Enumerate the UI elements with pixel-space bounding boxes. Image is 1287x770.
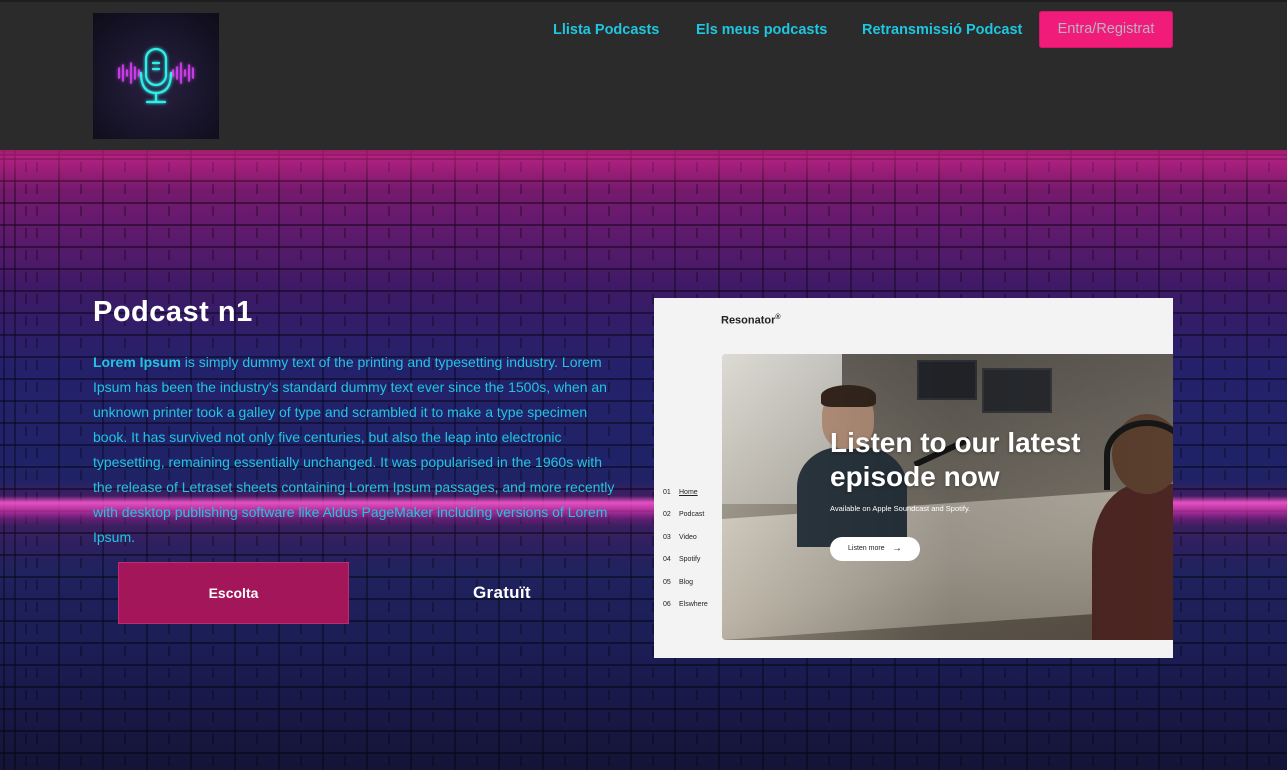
description-text: is simply dummy text of the printing and… xyxy=(93,354,615,545)
preview-menu-num: 06 xyxy=(663,600,671,608)
price-label: Gratuït xyxy=(473,583,531,602)
preview-cta-label: Listen more xyxy=(848,545,885,552)
site-logo[interactable] xyxy=(93,13,219,139)
podcast-description: Lorem Ipsum is simply dummy text of the … xyxy=(93,350,618,550)
preview-menu-label: Video xyxy=(679,533,697,541)
nav-els-meus-podcasts[interactable]: Els meus podcasts xyxy=(696,12,827,48)
description-bold: Lorem Ipsum xyxy=(93,354,181,370)
preview-menu-label: Spotify xyxy=(679,556,701,564)
arrow-right-icon: → xyxy=(892,543,902,554)
preview-brand: Resonator® xyxy=(721,314,781,327)
preview-menu-num: 02 xyxy=(663,511,671,519)
preview-subline: Available on Apple Soundcast and Spotify… xyxy=(830,504,971,513)
microphone-neon-icon xyxy=(118,47,194,104)
listen-button[interactable]: Escolta xyxy=(118,562,349,624)
preview-menu-item: 02 Podcast xyxy=(663,510,708,532)
preview-menu-item: 06 Elswhere xyxy=(663,600,708,622)
hero-section: Podcast n1 Lorem Ipsum is simply dummy t… xyxy=(0,150,1287,770)
preview-menu-num: 01 xyxy=(663,489,671,496)
nav-llista-podcasts[interactable]: Llista Podcasts xyxy=(553,12,659,48)
podcast-title: Podcast n1 xyxy=(93,296,253,328)
preview-menu-num: 05 xyxy=(663,578,671,586)
preview-menu-num: 03 xyxy=(663,533,671,541)
preview-listen-more-button: Listen more → xyxy=(830,537,920,561)
preview-menu-item: 04 Spotify xyxy=(663,555,708,577)
preview-menu-label: Elswhere xyxy=(679,600,708,608)
preview-menu-label: Blog xyxy=(679,578,694,586)
login-register-button[interactable]: Entra/Registrat xyxy=(1039,11,1173,48)
preview-menu-num: 04 xyxy=(663,556,671,564)
preview-headline: Listen to our latest episode now xyxy=(830,427,1081,492)
photo-shade xyxy=(722,354,1173,640)
preview-side-menu: 01 Home 02 Podcast 03 Video 04 Spotify 05 Blo… xyxy=(663,488,708,622)
podcast-studio-photo: Listen to our latest episode now Availab… xyxy=(722,354,1173,640)
preview-menu-item: 03 Video xyxy=(663,533,708,555)
preview-brand-name: Resonator xyxy=(721,314,776,327)
preview-menu-item: 01 Home xyxy=(663,488,708,510)
podcast-preview-image: Resonator® 01 Home 02 Podcast 03 Video 04 Sp… xyxy=(654,298,1173,658)
preview-menu-item: 05 Blog xyxy=(663,578,708,600)
preview-menu-label: Podcast xyxy=(679,511,705,519)
preview-menu-label: Home xyxy=(679,489,698,496)
neon-glow-top xyxy=(0,150,1287,190)
nav-retransmissio-podcast[interactable]: Retransmissió Podcast xyxy=(862,12,1022,48)
site-header: Llista Podcasts Els meus podcasts Retran… xyxy=(0,0,1287,150)
preview-brand-mark: ® xyxy=(775,314,781,321)
